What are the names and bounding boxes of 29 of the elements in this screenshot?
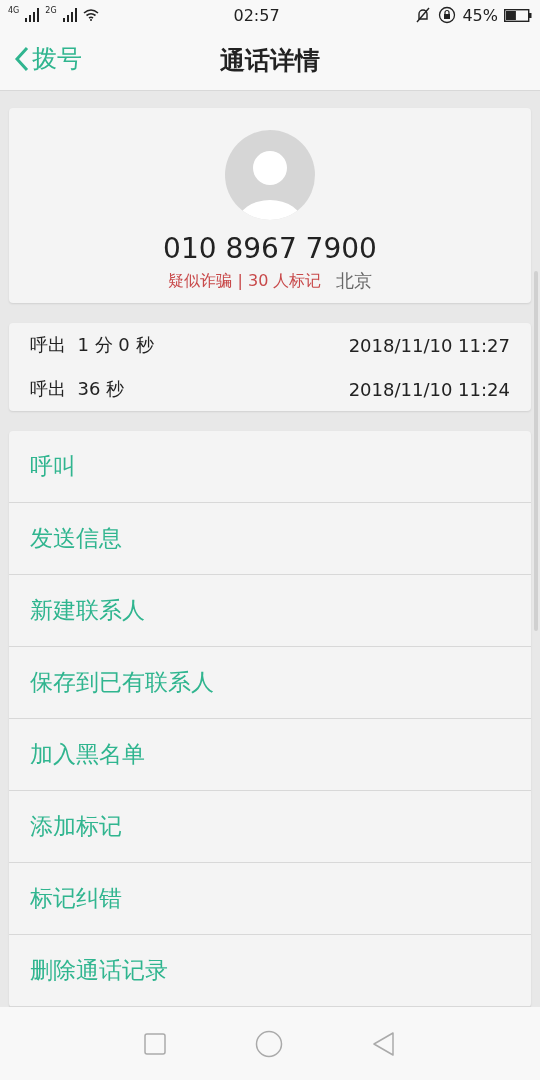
signal-icon — [25, 8, 40, 22]
back-chevron-icon — [14, 45, 30, 72]
home-button[interactable] — [255, 1029, 283, 1058]
rotation-lock-icon — [438, 6, 457, 24]
back-button[interactable]: 拨号 — [14, 42, 82, 75]
clock-time: 02:57 — [232, 5, 281, 25]
location-label: 北京 — [335, 269, 372, 293]
network-label: 2G — [45, 6, 57, 15]
action-item[interactable]: 发送信息 — [9, 503, 531, 575]
action-item[interactable]: 标记纠错 — [9, 863, 531, 935]
call-time: 2018/11/10 11:24 — [348, 378, 510, 400]
action-item[interactable]: 呼叫 — [9, 431, 531, 503]
network-label: 4G — [8, 6, 20, 15]
action-item[interactable]: 新建联系人 — [9, 575, 531, 647]
fraud-tag: 疑似诈骗 | 30 人标记 — [168, 270, 322, 292]
call-duration: 呼出 36 秒 — [30, 377, 125, 401]
recent-apps-button[interactable] — [144, 1032, 167, 1055]
action-item[interactable]: 保存到已有联系人 — [9, 647, 531, 719]
avatar-icon — [225, 130, 315, 220]
call-time: 2018/11/10 11:27 — [348, 334, 510, 356]
signal-icon — [62, 8, 77, 22]
battery-percent: 45% — [462, 5, 498, 25]
action-item[interactable]: 添加标记 — [9, 791, 531, 863]
page-title: 通话详情 — [220, 44, 320, 77]
back-nav-button[interactable] — [371, 1030, 396, 1057]
phone-number: 010 8967 7900 — [163, 232, 377, 265]
wifi-icon — [82, 9, 99, 21]
call-duration: 呼出 1 分 0 秒 — [30, 333, 154, 357]
action-item[interactable]: 加入黑名单 — [9, 719, 531, 791]
